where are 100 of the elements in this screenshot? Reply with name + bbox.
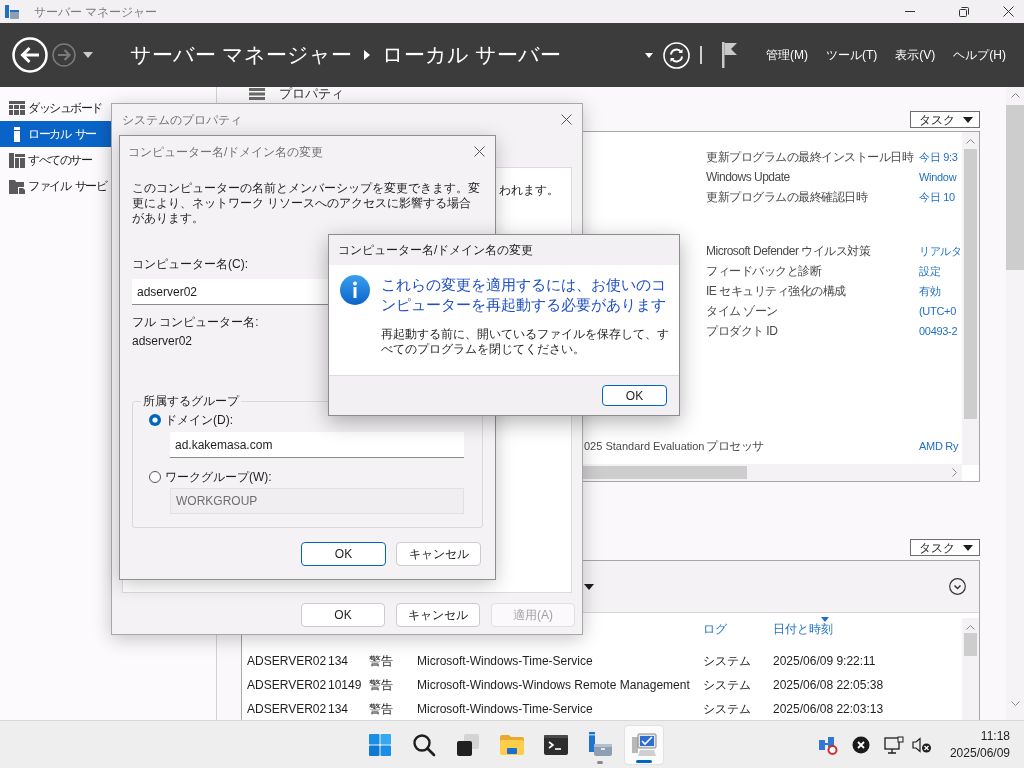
table-cell: 134	[328, 654, 349, 668]
flag-button[interactable]	[722, 42, 738, 68]
refresh-button[interactable]	[663, 41, 690, 69]
full-computer-name: adserver02	[132, 334, 193, 348]
menu-item[interactable]: ヘルプ(H)	[953, 47, 1006, 63]
property-text: 025 Standard Evaluation	[584, 439, 705, 453]
table-cell: 134	[328, 702, 349, 716]
scroll-up-icon	[966, 139, 975, 144]
scrollbar[interactable]	[962, 132, 979, 465]
caret-icon	[645, 52, 653, 58]
field-label: フル コンピューター名:	[132, 315, 259, 329]
breadcrumb-current: ローカル サーバー	[381, 42, 561, 68]
nodes-icon[interactable]	[817, 734, 838, 755]
clock-button[interactable]: 11:18 2025/06/09	[949, 727, 1010, 762]
taskbar-app-button[interactable]	[624, 724, 664, 765]
task-button[interactable]: タスク	[910, 539, 980, 556]
refresh-icon	[663, 41, 690, 69]
server-group-icon	[9, 152, 25, 168]
table-cell: Microsoft-Windows-Time-Service	[417, 702, 593, 716]
scrollbar-thumb[interactable]	[964, 633, 977, 656]
window-title: サーバー マネージャー	[34, 3, 158, 21]
table-cell: Microsoft-Windows-Time-Service	[417, 654, 593, 668]
menu-item[interactable]: 管理(M)	[766, 47, 808, 63]
computer-icon	[631, 732, 657, 757]
scrollbar-thumb[interactable]	[1006, 105, 1024, 270]
tab-panel-text: われます。	[499, 183, 559, 197]
dialog-button[interactable]: OK	[301, 542, 386, 566]
error-icon[interactable]	[851, 735, 870, 754]
monitor-icon[interactable]	[883, 735, 904, 754]
property-value[interactable]: (UTC+0	[919, 304, 956, 318]
close-icon	[1002, 6, 1014, 17]
flag-icon	[722, 42, 738, 68]
restore-icon	[959, 6, 969, 17]
dialog-button[interactable]: キャンセル	[396, 542, 481, 566]
breadcrumb-arrow-icon	[363, 50, 370, 60]
close-icon	[473, 146, 485, 157]
dialog-button[interactable]: OK	[301, 603, 385, 627]
property-label: Microsoft Defender ウイルス対策	[706, 244, 871, 258]
table-cell: システム	[703, 654, 751, 668]
dialog-title: コンピューター名/ドメイン名の変更	[338, 242, 534, 259]
running-indicator-icon	[597, 760, 603, 764]
dialog-button[interactable]: キャンセル	[396, 603, 480, 627]
table-cell: ADSERVER02	[247, 654, 327, 668]
folder-icon	[9, 178, 25, 194]
table-cell: システム	[703, 678, 751, 692]
caret-icon	[83, 52, 93, 58]
info-icon	[340, 275, 370, 305]
group-box-title: 所属するグループ	[142, 394, 241, 408]
minimize-icon	[905, 11, 915, 12]
back-icon	[12, 37, 48, 73]
property-value[interactable]: 設定	[919, 264, 941, 278]
page-scrollbar[interactable]	[1006, 87, 1024, 720]
table-cell: 警告	[369, 654, 393, 668]
scrollbar[interactable]	[962, 618, 979, 720]
text-field[interactable]: ad.kakemasa.com	[170, 432, 464, 458]
tiles-icon	[368, 732, 392, 757]
menu-item[interactable]: 表示(V)	[895, 47, 936, 63]
table-cell: 2025/06/08 22:03:13	[773, 702, 884, 716]
back-button[interactable]	[12, 37, 48, 73]
property-label: IE セキュリティ強化の構成	[706, 284, 846, 298]
message-text: 再起動する前に、開いているファイルを保存して、すべてのプログラムを閉じてください。	[381, 327, 669, 357]
column-header[interactable]: ログ	[703, 613, 773, 640]
expand-button[interactable]	[949, 578, 966, 595]
property-value[interactable]: 00493-2	[919, 324, 958, 338]
table-cell: Microsoft-Windows-Windows Remote Management	[417, 678, 690, 692]
dialog-button[interactable]: OK	[602, 385, 667, 406]
server-toolbox-icon	[587, 731, 613, 758]
radio-option[interactable]: ワークグループ(W):	[149, 470, 272, 484]
property-label: フィードバックと診断	[706, 264, 821, 278]
property-value[interactable]: リアルタ	[919, 244, 962, 258]
menu-item[interactable]: ツール(T)	[826, 47, 878, 63]
property-label: 更新プログラムの最終確認日時	[706, 190, 867, 204]
task-button[interactable]: タスク	[910, 111, 980, 128]
folder-icon	[499, 732, 525, 757]
speaker-muted-icon[interactable]	[911, 735, 932, 754]
sort-arrow-icon	[821, 617, 829, 622]
terminal-icon	[544, 733, 568, 756]
table-cell: 2025/06/08 22:05:38	[773, 678, 884, 692]
property-value[interactable]: Window	[919, 170, 957, 184]
table-cell: 警告	[369, 678, 393, 692]
table-cell: 警告	[369, 702, 393, 716]
caret-icon	[963, 116, 973, 123]
property-value[interactable]: 今日 9:3	[919, 150, 958, 164]
table-cell: システム	[703, 702, 751, 716]
table-cell: ADSERVER02	[247, 678, 327, 692]
forward-button[interactable]	[52, 43, 76, 67]
table-cell: ADSERVER02	[247, 702, 327, 716]
column-header[interactable]: 日付と時刻	[773, 613, 962, 640]
breadcrumb-link[interactable]: サーバー マネージャー	[130, 41, 352, 69]
radio-option[interactable]: ドメイン(D):	[149, 413, 233, 427]
section-title: プロパティ	[279, 87, 344, 101]
scroll-down-icon	[1010, 701, 1020, 706]
property-value[interactable]: 今日 10	[919, 190, 955, 204]
table-cell: 2025/06/09 9:22:11	[773, 654, 876, 668]
scrollbar-thumb[interactable]	[964, 149, 977, 419]
property-value[interactable]: AMD Ry	[919, 439, 959, 453]
property-label: プロダクト ID	[706, 324, 778, 338]
scroll-right-icon	[952, 468, 957, 477]
search-icon	[412, 732, 436, 757]
property-value[interactable]: 有効	[919, 284, 941, 298]
